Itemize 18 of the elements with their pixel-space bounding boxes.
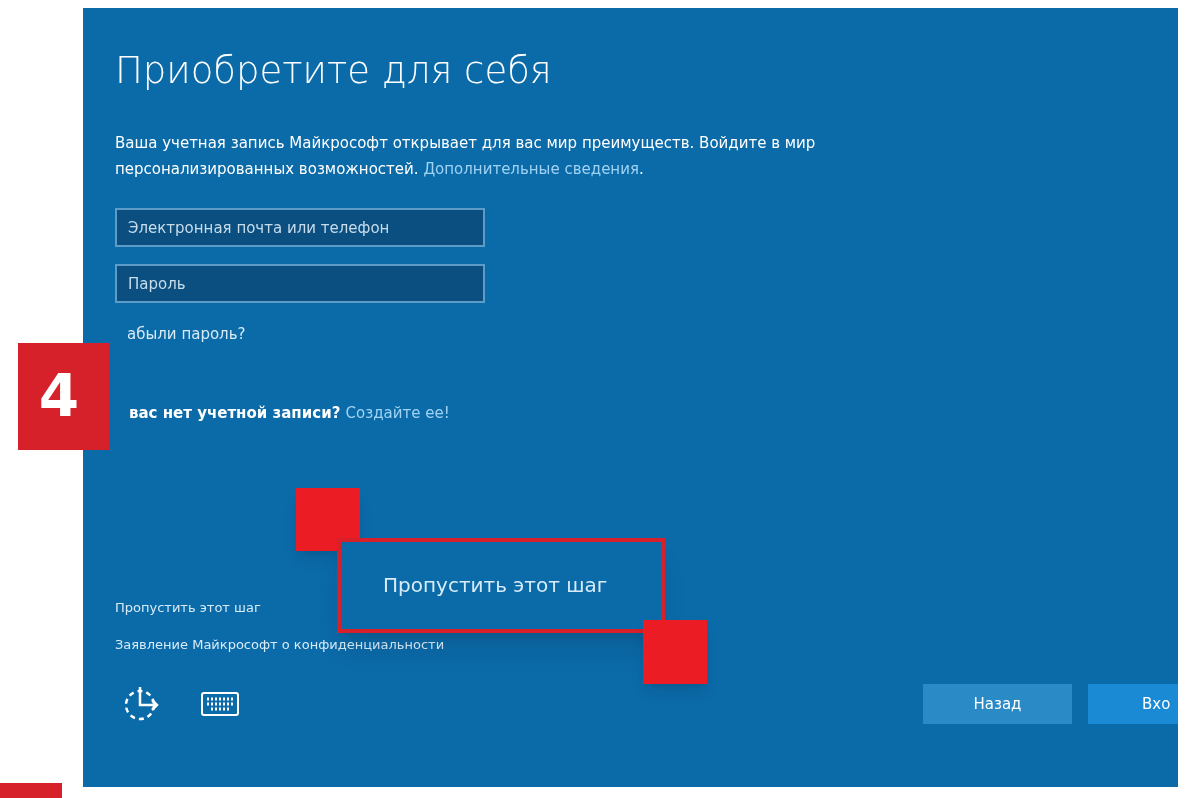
callout-text: Пропустить этот шаг xyxy=(383,572,608,599)
sign-in-button[interactable]: Вхо xyxy=(1088,684,1178,725)
annotation-marker xyxy=(0,783,62,798)
keyboard-icon[interactable] xyxy=(201,692,239,717)
page-title: Приобретите для себя xyxy=(115,48,552,94)
step-number-badge: 4 xyxy=(18,343,110,450)
no-account-text: вас нет учетной записи? Создайте ее! xyxy=(129,402,450,424)
input-field[interactable]: Пароль xyxy=(115,264,485,304)
create-account-link[interactable]: Создайте ее! xyxy=(345,403,450,422)
skip-step-link[interactable]: Пропустить этот шаг xyxy=(115,598,261,618)
forgot-password-link[interactable]: абыли пароль? xyxy=(127,323,246,346)
back-button[interactable]: Назад xyxy=(923,684,1072,725)
more-info-link[interactable]: Дополнительные сведения xyxy=(423,160,639,179)
annotation-marker xyxy=(643,620,707,684)
intro-text: Ваша учетная запись Майкрософт открывает для вас мир преимуществ. Войдите в мир персонализированных возможностей. Дополнительные сведения. xyxy=(115,133,817,181)
input-field[interactable]: Электронная почта или телефон xyxy=(115,208,485,248)
annotation-marker xyxy=(296,488,360,551)
privacy-link[interactable]: Заявление Майкрософт о конфиденциальности xyxy=(115,634,445,655)
